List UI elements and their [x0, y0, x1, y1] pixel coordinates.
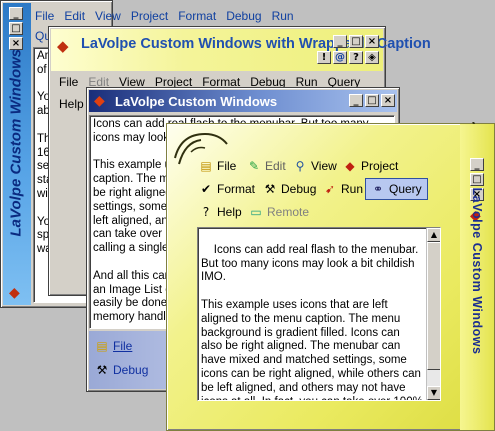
- at-button[interactable]: @: [333, 51, 347, 64]
- restore-button[interactable]: □: [470, 173, 484, 186]
- text-area[interactable]: Icons can add real flash to the menubar.…: [197, 227, 441, 401]
- menu-project[interactable]: ◆ Project: [343, 159, 398, 173]
- menu-edit[interactable]: Edit: [64, 9, 85, 23]
- side-caption[interactable]: _ □ × ◆ LaVolpe Custom Windows: [460, 124, 494, 430]
- notepad-icon: ▤: [96, 339, 108, 353]
- menu-project[interactable]: Project: [131, 9, 168, 23]
- title-bar[interactable]: ◆ LaVolpe Custom Windows _ □ ×: [89, 90, 397, 112]
- notepad-icon: ▤: [200, 159, 212, 173]
- minimize-button[interactable]: _: [349, 94, 363, 107]
- side-title: LaVolpe Custom Windows: [7, 48, 25, 237]
- side-caption[interactable]: _ □ × LaVolpe Custom Windows ◆: [3, 3, 31, 305]
- maximize-button[interactable]: □: [349, 35, 363, 48]
- magnifier-icon: ⚲: [295, 159, 305, 173]
- binoculars-icon: ⚭: [372, 182, 384, 196]
- menu-file[interactable]: File: [35, 9, 54, 23]
- vertical-scrollbar[interactable]: ▲ ▼: [426, 228, 440, 400]
- wrench-icon: ⚒: [96, 363, 108, 377]
- menu-run[interactable]: Run: [272, 9, 294, 23]
- menu-view[interactable]: View: [95, 9, 121, 23]
- checkmark-icon: ✔: [200, 182, 212, 196]
- title-bar[interactable]: ◆ LaVolpe Custom Windows with Wrappable …: [51, 29, 431, 71]
- menu-query[interactable]: ⚭ Query: [365, 178, 428, 200]
- menu-remote[interactable]: ▭ Remote: [249, 205, 309, 219]
- scroll-thumb[interactable]: [427, 242, 440, 370]
- window-gold-front[interactable]: _ □ × ◆ LaVolpe Custom Windows ▤ File ✎ Ed…: [166, 122, 495, 431]
- menu-edit[interactable]: ✎ Edit: [247, 159, 286, 173]
- menu-file[interactable]: ▤ File: [199, 159, 236, 173]
- scroll-down-button[interactable]: ▼: [427, 386, 440, 400]
- exclaim-button[interactable]: !: [317, 51, 331, 64]
- pencil-icon: ✎: [248, 159, 260, 173]
- menu-debug[interactable]: Debug: [226, 9, 261, 23]
- fox-icon: ◆: [57, 37, 69, 55]
- help-icon: ?: [202, 205, 210, 219]
- menu-debug[interactable]: ⚒ Debug: [95, 363, 149, 377]
- diamond-button[interactable]: ◈: [365, 51, 379, 64]
- minimize-button[interactable]: _: [470, 158, 484, 171]
- window-title: LaVolpe Custom Windows: [115, 94, 278, 109]
- menu-format[interactable]: Format: [178, 9, 216, 23]
- menu-run[interactable]: ➹ Run: [323, 182, 363, 196]
- scroll-up-button[interactable]: ▲: [427, 228, 440, 242]
- close-button[interactable]: ×: [365, 35, 379, 48]
- menu-view[interactable]: ⚲ View: [293, 159, 337, 173]
- restore-button[interactable]: □: [9, 22, 23, 35]
- maximize-button[interactable]: □: [365, 94, 379, 107]
- wrench-icon: ⚒: [264, 182, 276, 196]
- menu-format[interactable]: ✔ Format: [199, 182, 255, 196]
- run-icon: ➹: [324, 182, 336, 196]
- menu-file[interactable]: ▤ File: [95, 339, 132, 353]
- minimize-button[interactable]: _: [333, 35, 347, 48]
- fox-icon: ◆: [345, 159, 355, 173]
- side-title: LaVolpe Custom Windows: [470, 187, 484, 355]
- monitor-icon: ▭: [250, 205, 262, 219]
- menu-help[interactable]: ? Help: [199, 205, 242, 219]
- menubar: File Edit View Project Format Debug Run: [35, 9, 304, 23]
- minimize-button[interactable]: _: [9, 7, 23, 20]
- menu-file[interactable]: File: [59, 75, 78, 89]
- help-button[interactable]: ?: [349, 51, 363, 64]
- fox-icon: ◆: [94, 93, 105, 109]
- menu-help[interactable]: Help: [59, 97, 84, 111]
- fox-icon: ◆: [9, 285, 20, 301]
- close-button[interactable]: ×: [381, 94, 395, 107]
- menu-debug[interactable]: ⚒ Debug: [263, 182, 317, 196]
